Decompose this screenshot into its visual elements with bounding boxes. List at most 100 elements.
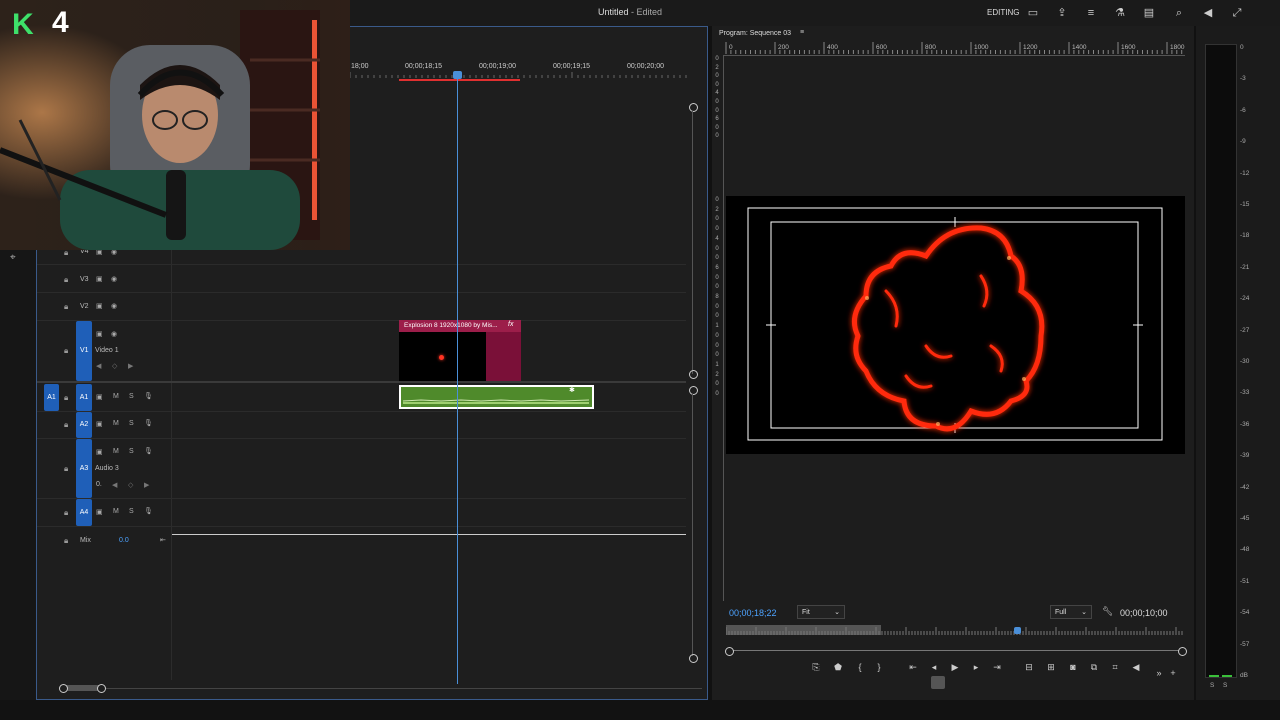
zoom-handle-left[interactable] (59, 684, 68, 693)
mark-in-icon[interactable]: { (853, 662, 867, 672)
mute-button[interactable]: M (113, 393, 119, 400)
go-to-in-icon[interactable]: ⇤ (906, 662, 920, 673)
search-icon[interactable]: ⌕ (1172, 6, 1186, 20)
lock-icon[interactable]: 🔒︎ (64, 464, 68, 474)
resolution-dropdown[interactable]: Full ⌄ (1050, 605, 1092, 619)
sync-lock-icon[interactable]: ▣ (96, 508, 103, 516)
lock-icon[interactable]: 🔒︎ (64, 393, 68, 403)
panel-menu-icon[interactable]: ≡ (800, 29, 804, 36)
scrollbar-track[interactable] (692, 111, 693, 374)
video-frame[interactable] (726, 196, 1185, 454)
sync-lock-icon[interactable]: ▣ (96, 448, 103, 456)
next-keyframe-icon[interactable]: ▶ (128, 362, 133, 370)
safe-margins-icon[interactable] (931, 676, 945, 689)
solo-button[interactable]: S (129, 508, 134, 515)
zoom-handle-right[interactable] (97, 684, 106, 693)
sync-lock-icon[interactable]: ▣ (96, 302, 103, 310)
track-v1[interactable] (37, 321, 686, 383)
extract-icon[interactable]: ⊞ (1044, 662, 1058, 673)
add-keyframe-icon[interactable]: ◇ (112, 362, 117, 370)
audio-icon[interactable]: ◀ (1129, 662, 1143, 673)
workspace-label[interactable]: EDITING (987, 8, 1019, 17)
mix-value[interactable]: 0.0 (119, 537, 129, 544)
eye-icon[interactable]: ◉ (111, 330, 117, 338)
sync-lock-icon[interactable]: ▣ (96, 330, 103, 338)
comparison-view-icon[interactable]: ⧉ (1087, 662, 1101, 673)
sync-lock-icon[interactable]: ▣ (96, 420, 103, 428)
share-icon[interactable]: ⇪ (1055, 6, 1069, 20)
source-patch-a1[interactable]: A1 (44, 384, 59, 411)
mute-button[interactable]: M (113, 448, 119, 455)
fx-badge[interactable]: fx (508, 321, 513, 328)
volume-icon[interactable]: ◀ (1201, 6, 1215, 20)
mix-pan-icon[interactable]: ⇤ (160, 536, 166, 544)
microphone-icon[interactable]: 🎙︎ (144, 447, 153, 455)
sync-lock-icon[interactable]: ▣ (96, 275, 103, 283)
prev-keyframe-icon[interactable]: ◀ (96, 362, 101, 370)
quick-export-icon[interactable]: ▭ (1026, 6, 1040, 20)
go-to-out-icon[interactable]: ⇥ (990, 662, 1004, 673)
add-keyframe-icon[interactable]: ◇ (128, 481, 133, 489)
track-target-a2[interactable]: A2 (76, 412, 92, 438)
program-playhead[interactable] (1014, 627, 1022, 634)
solo-left[interactable]: S (1210, 682, 1214, 689)
comments-icon[interactable]: ▤ (1142, 6, 1156, 20)
microphone-icon[interactable]: 🎙︎ (144, 507, 153, 515)
move-tool-icon[interactable]: ⌖ (10, 252, 16, 263)
lock-icon[interactable]: 🔒︎ (64, 536, 68, 546)
scroll-handle[interactable] (689, 386, 698, 395)
scroll-handle[interactable] (689, 654, 698, 663)
program-title[interactable]: Program: Sequence 03 (719, 30, 791, 37)
zoom-dropdown[interactable]: Fit ⌄ (797, 605, 845, 619)
timeline-ruler[interactable] (350, 72, 690, 84)
lift-icon[interactable]: ⊟ (1022, 662, 1036, 673)
program-scroll-left-handle[interactable] (725, 647, 734, 656)
track-volume-value[interactable]: 0. (96, 481, 102, 488)
track-target-a1[interactable]: A1 (76, 384, 92, 411)
video-clip-header[interactable]: Explosion 8 1920x1080 by Mis... (399, 320, 521, 332)
track-a2[interactable] (37, 412, 686, 439)
scroll-handle[interactable] (689, 370, 698, 379)
vr-icon[interactable]: ⌗ (1108, 662, 1122, 673)
solo-button[interactable]: S (129, 393, 134, 400)
sync-lock-icon[interactable]: ▣ (96, 393, 103, 401)
track-a3[interactable] (37, 439, 686, 499)
scroll-handle[interactable] (689, 103, 698, 112)
lock-icon[interactable]: 🔒︎ (64, 302, 68, 312)
track-target-a3[interactable]: A3 (76, 439, 92, 498)
fullscreen-icon[interactable]: ⤢ (1230, 6, 1244, 20)
zoom-scrollbar-track[interactable] (62, 688, 702, 689)
playhead-line[interactable] (457, 72, 458, 684)
eye-icon[interactable]: ◉ (111, 302, 117, 310)
next-keyframe-icon[interactable]: ▶ (144, 481, 149, 489)
button-editor-icon[interactable]: + (1166, 668, 1180, 678)
mute-button[interactable]: M (113, 420, 119, 427)
lock-icon[interactable]: 🔒︎ (64, 346, 68, 356)
add-marker-icon[interactable]: ⬟ (831, 662, 845, 673)
prev-keyframe-icon[interactable]: ◀ (112, 481, 117, 489)
menu-icon[interactable]: ≡ (1084, 6, 1098, 20)
more-icon[interactable]: » (1152, 668, 1166, 678)
lock-icon[interactable]: 🔒︎ (64, 420, 68, 430)
program-time-ruler[interactable] (726, 625, 1184, 637)
current-timecode[interactable]: 00;00;18;22 (729, 608, 777, 618)
track-v2[interactable] (37, 293, 686, 321)
step-forward-icon[interactable]: ▸ (969, 662, 983, 673)
microphone-icon[interactable]: 🎙︎ (144, 392, 153, 400)
beta-flask-icon[interactable]: ⚗ (1113, 6, 1127, 20)
wrench-icon[interactable]: 🔧︎ (1102, 606, 1113, 617)
track-a4[interactable] (37, 499, 686, 527)
play-icon[interactable]: ▶ (948, 662, 962, 673)
microphone-icon[interactable]: 🎙︎ (144, 419, 153, 427)
mute-button[interactable]: M (113, 508, 119, 515)
scrollbar-track[interactable] (692, 394, 693, 656)
lock-icon[interactable]: 🔒︎ (64, 508, 68, 518)
solo-right[interactable]: S (1223, 682, 1227, 689)
step-back-icon[interactable]: ◂ (927, 662, 941, 673)
mark-out-icon[interactable]: } (872, 662, 886, 672)
insert-icon[interactable]: ⎘ (809, 662, 823, 673)
lock-icon[interactable]: 🔒︎ (64, 275, 68, 285)
export-frame-icon[interactable]: ◙ (1066, 662, 1080, 672)
program-scrollbar-track[interactable] (729, 650, 1182, 651)
track-target-a4[interactable]: A4 (76, 499, 92, 526)
